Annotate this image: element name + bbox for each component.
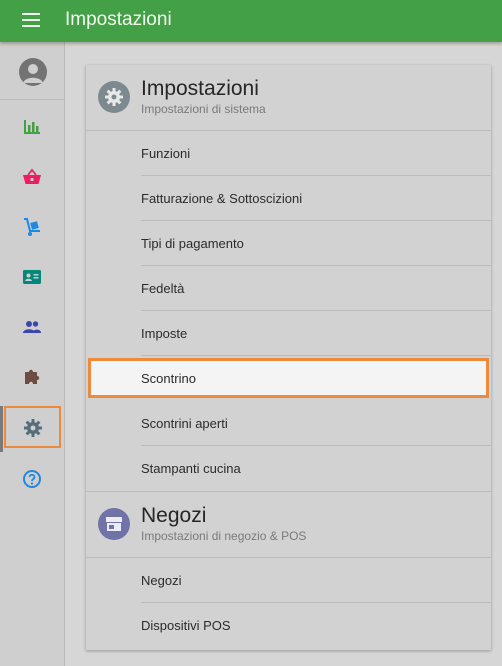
- user-avatar-icon[interactable]: [19, 58, 47, 86]
- sidebar-item-inventory[interactable]: [0, 204, 64, 250]
- contact-card-icon: [23, 270, 41, 284]
- hand-truck-icon: [24, 218, 40, 236]
- people-icon: [23, 321, 41, 333]
- stores-item-stores[interactable]: Negozi: [86, 558, 491, 603]
- active-indicator: [0, 406, 3, 452]
- sidebar: [0, 42, 65, 666]
- sidebar-item-sales[interactable]: [0, 154, 64, 200]
- settings-item-billing[interactable]: Fatturazione & Sottoscizioni: [86, 176, 491, 221]
- help-circle-icon: [23, 470, 41, 488]
- hamburger-menu-icon[interactable]: [22, 13, 40, 29]
- stores-section-header: Negozi Impostazioni di negozio & POS: [86, 492, 491, 558]
- gear-icon: [24, 419, 42, 437]
- settings-item-features[interactable]: Funzioni: [86, 131, 491, 176]
- settings-item-receipt[interactable]: Scontrino: [88, 358, 489, 398]
- settings-item-taxes[interactable]: Imposte: [86, 311, 491, 356]
- bar-chart-icon: [24, 120, 40, 134]
- settings-item-kitchen-printers[interactable]: Stampanti cucina: [86, 446, 491, 491]
- settings-item-loyalty[interactable]: Fedeltà: [86, 266, 491, 311]
- sidebar-item-integrations[interactable]: [0, 354, 64, 400]
- page-title: Impostazioni: [65, 9, 172, 30]
- app-bar: Impostazioni: [0, 0, 502, 42]
- settings-section-icon: [98, 81, 130, 113]
- settings-item-payment-types[interactable]: Tipi di pagamento: [86, 221, 491, 266]
- sidebar-item-customers[interactable]: [0, 254, 64, 300]
- store-icon: [106, 517, 122, 531]
- settings-section-header: Impostazioni Impostazioni di sistema: [86, 65, 491, 131]
- sidebar-item-settings[interactable]: [4, 406, 61, 448]
- sidebar-item-employees[interactable]: [0, 304, 64, 350]
- settings-item-open-tickets[interactable]: Scontrini aperti: [86, 401, 491, 446]
- section-subtitle: Impostazioni di sistema: [141, 102, 266, 116]
- avatar-section: [0, 42, 64, 100]
- stores-section-icon: [98, 508, 130, 540]
- sidebar-item-reports[interactable]: [0, 104, 64, 150]
- stores-item-pos-devices[interactable]: Dispositivi POS: [86, 603, 491, 648]
- shopping-basket-icon: [23, 168, 41, 184]
- section-title: Negozi: [141, 504, 207, 527]
- puzzle-piece-icon: [25, 369, 40, 384]
- section-subtitle: Impostazioni di negozio & POS: [141, 529, 307, 543]
- section-title: Impostazioni: [141, 77, 259, 100]
- sidebar-item-help[interactable]: [0, 456, 64, 502]
- gear-icon: [105, 88, 123, 106]
- settings-card: Impostazioni Impostazioni di sistema Fun…: [86, 65, 491, 650]
